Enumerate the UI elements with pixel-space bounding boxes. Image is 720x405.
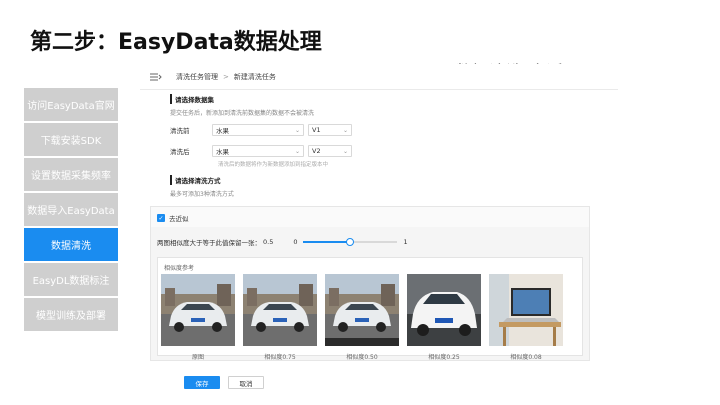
reference-image-item: 原图 — [161, 274, 235, 361]
step-data-labeling: EasyDL数据标注 — [24, 263, 118, 296]
step-list: 访问EasyData官网 下载安装SDK 设置数据采集频率 数据导入EasyDa… — [24, 88, 118, 333]
breadcrumb-separator: > — [223, 72, 229, 81]
chevron-down-icon: ⌄ — [294, 147, 300, 155]
dedup-option-box: ✓ 去近似 两图相似度大于等于此值保留一张： 0.5 0 1 相似度参考 原图相… — [150, 206, 590, 361]
reference-image-item: 相似度0.08 — [489, 274, 563, 361]
after-version-select[interactable]: V2 ⌄ — [308, 145, 352, 157]
after-row: 清洗后 水果 ⌄ V2 ⌄ — [170, 145, 610, 157]
step-import-data: 数据导入EasyData — [24, 193, 118, 226]
slider-min-label: 0 — [293, 238, 298, 246]
top-bar: 清洗任务管理 > 新建清洗任务 — [140, 64, 618, 90]
reference-image — [489, 274, 563, 346]
app-screenshot-panel: 清洗任务管理 > 新建清洗任务 请选择数据集 提交任务后，新添加到清洗前数据集的… — [140, 64, 618, 405]
after-dataset-value: 水果 — [216, 148, 229, 156]
after-hint: 清洗后的数据将作为新数据添加到指定版本中 — [218, 162, 329, 168]
before-version-select[interactable]: V1 ⌄ — [308, 124, 352, 136]
step-model-training: 模型训练及部署 — [24, 298, 118, 331]
reference-image-item: 相似度0.50 — [325, 274, 399, 361]
before-row: 清洗前 水果 ⌄ V1 ⌄ — [170, 124, 610, 136]
slider-handle[interactable] — [346, 238, 355, 246]
save-button[interactable]: 保存 — [184, 376, 220, 389]
form-content: 请选择数据集 提交任务后，新添加到清洗前数据集的数据不会被清洗 清洗前 水果 ⌄… — [170, 94, 610, 198]
after-label: 清洗后 — [170, 148, 190, 156]
reference-image-item: 相似度0.75 — [243, 274, 317, 361]
reference-image — [161, 274, 235, 346]
breadcrumb-parent[interactable]: 清洗任务管理 — [176, 72, 218, 82]
reference-image — [243, 274, 317, 346]
step-visit-website: 访问EasyData官网 — [24, 88, 118, 121]
after-dataset-select[interactable]: 水果 ⌄ — [212, 145, 304, 157]
before-version-value: V1 — [312, 126, 321, 134]
step-install-sdk: 下载安装SDK — [24, 123, 118, 156]
before-label: 清洗前 — [170, 127, 190, 135]
method-section-hint: 最多可添加3种清洗方式 — [170, 191, 234, 198]
reference-image — [325, 274, 399, 346]
reference-image-caption: 相似度0.50 — [346, 354, 378, 361]
dataset-section-hint: 提交任务后，新添加到清洗前数据集的数据不会被清洗 — [170, 110, 315, 117]
chevron-down-icon: ⌄ — [342, 126, 348, 134]
checkbox-checked-icon[interactable]: ✓ — [157, 214, 165, 222]
slider-fill — [303, 241, 351, 243]
dedup-option-label: 去近似 — [169, 215, 189, 223]
before-dataset-select[interactable]: 水果 ⌄ — [212, 124, 304, 136]
menu-icon[interactable] — [150, 73, 164, 81]
step-collect-frequency: 设置数据采集频率 — [24, 158, 118, 191]
step-data-cleaning: 数据清洗 — [24, 228, 118, 261]
reference-title: 相似度参考 — [164, 265, 195, 272]
slide-title: 第二步：EasyData数据处理 — [30, 30, 322, 55]
dedup-option[interactable]: ✓ 去近似 — [157, 213, 189, 223]
reference-image-item: 相似度0.25 — [407, 274, 481, 361]
chevron-down-icon: ⌄ — [342, 147, 348, 155]
after-version-value: V2 — [312, 147, 321, 155]
dataset-section-title: 请选择数据集 — [170, 94, 610, 104]
reference-image-caption: 原图 — [191, 354, 204, 361]
method-section-title: 请选择清洗方式 — [170, 175, 610, 185]
reference-image-caption: 相似度0.25 — [428, 354, 460, 361]
chevron-down-icon: ⌄ — [294, 126, 300, 134]
cancel-button[interactable]: 取消 — [228, 376, 264, 389]
similarity-slider[interactable] — [303, 238, 398, 246]
similarity-value: 0.5 — [263, 238, 274, 246]
reference-image — [407, 274, 481, 346]
dedup-settings: 两图相似度大于等于此值保留一张： 0.5 0 1 相似度参考 原图 相似度0.75… — [151, 227, 589, 361]
before-dataset-value: 水果 — [216, 127, 229, 135]
similarity-slider-row: 两图相似度大于等于此值保留一张： 0.5 0 1 — [157, 237, 408, 247]
slider-max-label: 1 — [403, 238, 408, 246]
breadcrumb-current: 新建清洗任务 — [233, 72, 276, 81]
similarity-reference: 相似度参考 原图 相似度0.75 相似度0.50 相似度0.25 相似度0.08 — [157, 257, 583, 361]
reference-images: 原图 相似度0.75 相似度0.50 相似度0.25 相似度0.08 — [161, 274, 571, 361]
form-actions: 保存 取消 — [184, 376, 272, 389]
reference-image-caption: 相似度0.08 — [510, 354, 542, 361]
similarity-label: 两图相似度大于等于此值保留一张： — [157, 239, 261, 247]
reference-image-caption: 相似度0.75 — [264, 354, 296, 361]
